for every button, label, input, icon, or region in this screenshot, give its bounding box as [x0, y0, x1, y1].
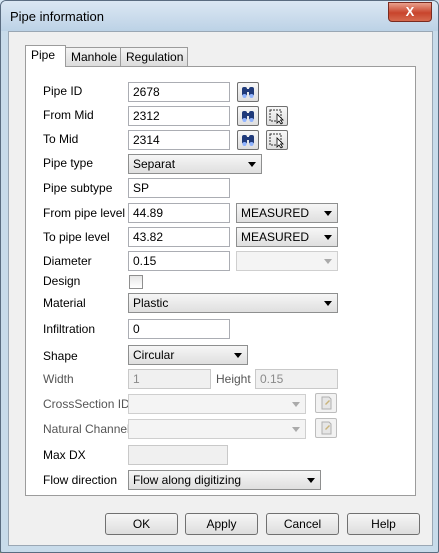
height-field: 0.15 [255, 369, 338, 389]
find-to-mid-button[interactable] [237, 130, 259, 150]
crosssection-id-label: CrossSection ID [43, 397, 130, 411]
chevron-down-icon [292, 402, 300, 407]
flow-direction-select[interactable]: Flow along digitizing [128, 470, 321, 490]
pipe-information-dialog: Pipe information X Pipe Manhole Regulati… [0, 0, 439, 553]
flow-direction-value: Flow along digitizing [133, 473, 242, 487]
to-mid-label: To Mid [43, 132, 79, 146]
max-dx-field [128, 445, 228, 465]
width-label: Width [43, 372, 74, 386]
to-mid-field[interactable]: 2314 [128, 130, 230, 150]
title-bar: Pipe information X [1, 1, 438, 31]
from-pipe-level-method-value: MEASURED [241, 206, 310, 220]
natural-channel-browse-button [315, 418, 337, 438]
pipe-id-field[interactable]: 2678 [128, 82, 230, 102]
infiltration-label: Infiltration [43, 322, 96, 336]
pick-to-mid-button[interactable] [266, 130, 288, 150]
shape-select[interactable]: Circular [128, 345, 248, 365]
pipe-type-label: Pipe type [43, 156, 94, 170]
tab-manhole[interactable]: Manhole [65, 47, 121, 66]
diameter-unit-select [236, 251, 338, 271]
infiltration-field[interactable]: 0 [128, 319, 230, 339]
crosssection-id-select [128, 394, 306, 414]
natural-channel-select [128, 419, 306, 439]
chevron-down-icon [248, 162, 256, 167]
material-label: Material [43, 296, 86, 310]
width-field: 1 [128, 369, 211, 389]
tab-regulation[interactable]: Regulation [120, 47, 188, 66]
design-checkbox[interactable] [129, 275, 143, 289]
binoculars-icon [242, 135, 254, 146]
browse-page-icon [321, 396, 332, 410]
from-mid-label: From Mid [43, 108, 94, 122]
diameter-label: Diameter [43, 254, 92, 268]
diameter-field[interactable]: 0.15 [128, 251, 230, 271]
height-label: Height [216, 372, 251, 386]
chevron-down-icon [234, 353, 242, 358]
binoculars-icon [242, 111, 254, 122]
to-pipe-level-label: To pipe level [43, 230, 110, 244]
pipe-type-select[interactable]: Separat [128, 154, 262, 174]
shape-value: Circular [133, 348, 175, 362]
pipe-tab-panel: Pipe ID 2678 From Mid 2312 To Mid 2314 P… [25, 66, 416, 496]
find-pipe-button[interactable] [237, 82, 259, 102]
apply-button[interactable]: Apply [185, 513, 258, 535]
tab-pipe[interactable]: Pipe [25, 45, 66, 67]
max-dx-label: Max DX [43, 448, 86, 462]
to-pipe-level-method-value: MEASURED [241, 230, 310, 244]
crosssection-browse-button [315, 393, 337, 413]
find-from-mid-button[interactable] [237, 106, 259, 126]
chevron-down-icon [324, 235, 332, 240]
to-pipe-level-method-select[interactable]: MEASURED [236, 227, 338, 247]
help-button[interactable]: Help [347, 513, 420, 535]
from-pipe-level-field[interactable]: 44.89 [128, 203, 230, 223]
chevron-down-icon [324, 211, 332, 216]
shape-label: Shape [43, 349, 78, 363]
browse-page-icon [321, 421, 332, 435]
pipe-subtype-label: Pipe subtype [43, 181, 113, 195]
ok-button[interactable]: OK [105, 513, 178, 535]
dialog-body: Pipe Manhole Regulation Pipe ID 2678 Fro… [8, 31, 433, 546]
pipe-subtype-field[interactable]: SP [128, 178, 230, 198]
flow-direction-label: Flow direction [43, 473, 118, 487]
natural-channel-label: Natural Channel [43, 422, 130, 436]
pipe-type-value: Separat [133, 157, 176, 171]
from-mid-field[interactable]: 2312 [128, 106, 230, 126]
chevron-down-icon [324, 301, 332, 306]
pick-from-mid-button[interactable] [266, 106, 288, 126]
material-value: Plastic [133, 296, 169, 310]
chevron-down-icon [292, 427, 300, 432]
from-pipe-level-method-select[interactable]: MEASURED [236, 203, 338, 223]
binoculars-icon [242, 87, 254, 98]
pipe-id-label: Pipe ID [43, 84, 83, 98]
material-select[interactable]: Plastic [128, 293, 338, 313]
cancel-button[interactable]: Cancel [266, 513, 339, 535]
pick-pointer-icon [269, 109, 284, 125]
pick-pointer-icon [269, 133, 284, 149]
design-label: Design [43, 274, 81, 288]
chevron-down-icon [307, 478, 315, 483]
window-title: Pipe information [10, 9, 104, 24]
close-button[interactable]: X [388, 2, 432, 22]
chevron-down-icon [324, 259, 332, 264]
from-pipe-level-label: From pipe level [43, 206, 126, 220]
to-pipe-level-field[interactable]: 43.82 [128, 227, 230, 247]
